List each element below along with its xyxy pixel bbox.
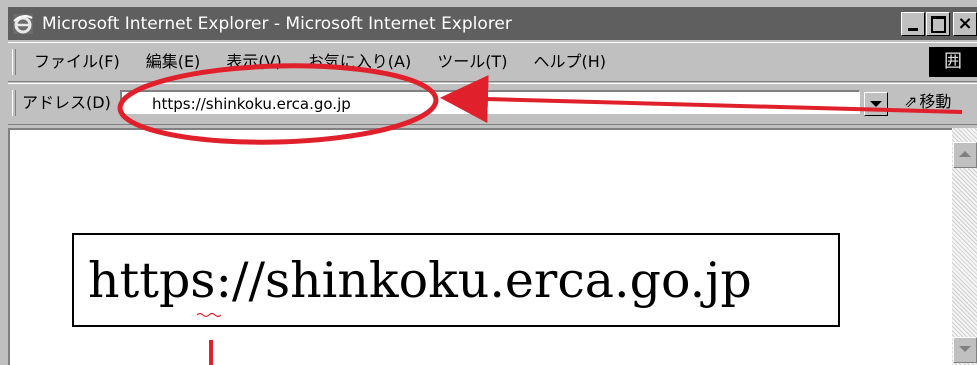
- menu-item-help[interactable]: ヘルプ(H): [533, 52, 606, 72]
- arrow-up-icon: [959, 151, 971, 157]
- spell-squiggle: [197, 312, 221, 318]
- address-bar: アドレス(D) https://shinkoku.erca.go.jp ⇗ 移動: [8, 83, 977, 125]
- scroll-down-button[interactable]: [953, 337, 977, 363]
- url-callout-box: https://shinkoku.erca.go.jp: [72, 233, 840, 327]
- go-arrow-icon: ⇗: [904, 92, 918, 111]
- menu-item-file[interactable]: ファイル(F): [34, 52, 120, 72]
- minimize-icon: [908, 28, 918, 31]
- window-title: Microsoft Internet Explorer - Microsoft …: [42, 14, 512, 34]
- go-button[interactable]: ⇗ 移動: [904, 91, 951, 113]
- menu-bar: ファイル(F) 編集(E) 表示(V) お気に入り(A) ツール(T) ヘルプ(…: [8, 42, 977, 82]
- close-icon: ×: [957, 13, 973, 34]
- minimize-button[interactable]: [901, 12, 925, 36]
- window-controls: ×: [900, 12, 977, 36]
- maximize-button[interactable]: [926, 12, 950, 36]
- url-large-text: https://shinkoku.erca.go.jp: [88, 252, 752, 309]
- scroll-up-button[interactable]: [953, 142, 977, 168]
- browser-window: Microsoft Internet Explorer - Microsoft …: [0, 0, 977, 365]
- chevron-down-icon: [870, 101, 882, 107]
- ie-icon: [13, 14, 33, 34]
- menu-items: ファイル(F) 編集(E) 表示(V) お気に入り(A) ツール(T) ヘルプ(…: [34, 52, 632, 72]
- address-input[interactable]: https://shinkoku.erca.go.jp: [120, 90, 860, 114]
- toolbar-grip[interactable]: [12, 49, 16, 75]
- vertical-scrollbar[interactable]: [952, 128, 977, 365]
- menu-item-favorites[interactable]: お気に入り(A): [308, 52, 411, 72]
- title-bar: Microsoft Internet Explorer - Microsoft …: [8, 7, 977, 40]
- address-grip[interactable]: [12, 90, 16, 116]
- arrow-down-icon: [959, 346, 971, 352]
- menu-item-tools[interactable]: ツール(T): [437, 52, 507, 72]
- menu-item-edit[interactable]: 編集(E): [146, 52, 201, 72]
- maximize-icon: [931, 16, 946, 33]
- go-label: 移動: [919, 92, 952, 111]
- menu-item-view[interactable]: 表示(V): [226, 52, 281, 72]
- close-button[interactable]: ×: [953, 12, 977, 36]
- address-dropdown-button[interactable]: [864, 92, 888, 116]
- address-label: アドレス(D): [22, 93, 111, 112]
- windows-logo: 囲: [929, 47, 977, 77]
